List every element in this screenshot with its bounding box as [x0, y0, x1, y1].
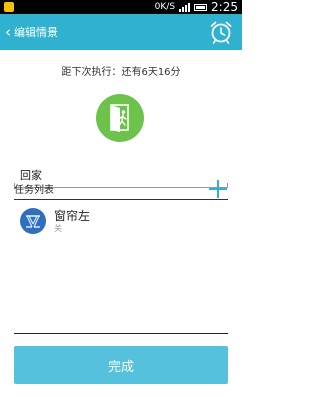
network-speed: 0K/S [154, 2, 176, 12]
curtain-icon [20, 208, 46, 234]
next-run-countdown: 距下次执行：还有6天16分 [61, 67, 181, 78]
alarm-clock-icon[interactable] [208, 19, 234, 45]
task-list-title: 任务列表 [14, 185, 54, 196]
door-exit-icon[interactable] [96, 94, 144, 142]
status-bar: 0K/S 2:25 [0, 0, 242, 14]
app-header: ‹ 编辑情景 [0, 14, 242, 50]
task-name: 窗帘左 [54, 208, 91, 223]
back-button[interactable]: ‹ 编辑情景 [0, 24, 58, 40]
battery-icon [194, 3, 208, 11]
chevron-left-icon: ‹ [5, 22, 11, 41]
done-button[interactable]: 完成 [14, 346, 228, 384]
divider [14, 333, 228, 334]
header-title: 编辑情景 [14, 26, 58, 39]
signal-icon [179, 2, 191, 12]
task-list-header: 任务列表 [14, 178, 228, 200]
status-time: 2:25 [211, 0, 238, 14]
notification-app-icon [4, 2, 14, 12]
list-item[interactable]: 窗帘左 关 [14, 203, 228, 239]
task-state: 关 [54, 223, 62, 233]
plus-icon[interactable] [208, 179, 228, 199]
task-text: 窗帘左 关 [54, 209, 90, 234]
